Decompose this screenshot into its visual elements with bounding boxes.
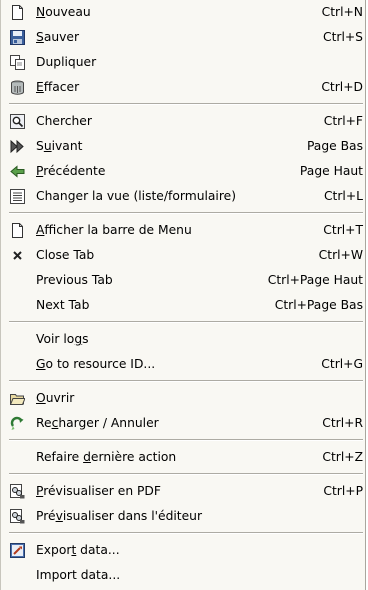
mnemonic-letter: O xyxy=(36,391,46,405)
menu-item-label: Changer la vue (liste/formulaire) xyxy=(36,189,236,203)
mnemonic-letter: S xyxy=(36,30,44,44)
menu-item-label: Go to resource ID... xyxy=(36,357,156,371)
mnemonic-letter: g xyxy=(74,332,83,346)
shortcut-label: Ctrl+G xyxy=(321,357,363,371)
redo-item[interactable]: Refaire dernière action Ctrl+Z xyxy=(1,445,365,470)
menu-item-label: Chercher xyxy=(36,114,92,128)
new-item[interactable]: Nouveau Ctrl+N xyxy=(1,0,365,25)
shortcut-label: Ctrl+R xyxy=(322,416,363,430)
save-item[interactable]: Sauver Ctrl+S xyxy=(1,25,365,50)
menu-separator xyxy=(1,470,365,479)
menu-separator xyxy=(1,100,365,109)
import-item[interactable]: Import data... xyxy=(1,563,365,588)
preview-editor-item[interactable]: Prévisualiser dans l'éditeur xyxy=(1,504,365,529)
preview-icon xyxy=(10,484,25,499)
open-item[interactable]: Ouvrir xyxy=(1,386,365,411)
menu-item-label: Export data... xyxy=(36,543,120,557)
delete-item[interactable]: Effacer Ctrl+D xyxy=(1,75,365,100)
mnemonic-letter: E xyxy=(36,80,44,94)
show-menubar-item[interactable]: Afficher la barre de Menu Ctrl+T xyxy=(1,218,365,243)
shortcut-label: Ctrl+Z xyxy=(322,450,363,464)
preview-icon xyxy=(10,509,25,524)
menu-item-label: Sauver xyxy=(36,30,80,44)
shortcut-label: Page Bas xyxy=(306,139,363,153)
shortcut-label: Ctrl+T xyxy=(323,223,363,237)
menu-separator xyxy=(1,318,365,327)
shortcut-label: Ctrl+W xyxy=(318,248,363,262)
page-icon xyxy=(10,223,25,238)
trash-icon xyxy=(10,80,25,95)
shortcut-label: Ctrl+S xyxy=(323,30,363,44)
menu-item-label: Refaire dernière action xyxy=(36,450,177,464)
menu-item-label: Afficher la barre de Menu xyxy=(36,223,192,237)
previous-item[interactable]: Précédente Page Haut xyxy=(1,159,365,184)
shortcut-label: Ctrl+N xyxy=(321,5,363,19)
menu-item-label: Ouvrir xyxy=(36,391,75,405)
goto-resource-item[interactable]: Go to resource ID... Ctrl+G xyxy=(1,352,365,377)
next-tab-item[interactable]: Next Tab Ctrl+Page Bas xyxy=(1,293,365,318)
mnemonic-letter: N xyxy=(36,5,46,19)
mnemonic-letter: d xyxy=(83,450,91,464)
menu-item-label: Close Tab xyxy=(36,248,95,262)
mnemonic-letter: G xyxy=(36,357,46,371)
new-document-icon xyxy=(10,5,25,20)
shortcut-label: Ctrl+L xyxy=(323,189,363,203)
menu-item-label: Prévisualiser en PDF xyxy=(36,484,161,498)
menu-separator xyxy=(1,209,365,218)
menu-item-label: Recharger / Annuler xyxy=(36,416,159,430)
menu-separator xyxy=(1,529,365,538)
export-item[interactable]: Export data... xyxy=(1,538,365,563)
reload-item[interactable]: Recharger / Annuler Ctrl+R xyxy=(1,411,365,436)
menu-separator xyxy=(1,377,365,386)
view-logs-item[interactable]: Voir logs xyxy=(1,327,365,352)
menu-separator xyxy=(1,436,365,445)
reload-icon xyxy=(10,416,25,431)
close-icon xyxy=(10,248,25,263)
list-view-icon xyxy=(10,189,25,204)
preview-pdf-item[interactable]: Prévisualiser en PDF Ctrl+P xyxy=(1,479,365,504)
menu-item-label: Précédente xyxy=(36,164,106,178)
next-item[interactable]: Suivant Page Bas xyxy=(1,134,365,159)
menu-item-label: Nouveau xyxy=(36,5,91,19)
context-menu: Nouveau Ctrl+N Sauver Ctrl+S Dupliquer Efface… xyxy=(0,0,366,590)
close-tab-item[interactable]: Close Tab Ctrl+W xyxy=(1,243,365,268)
folder-open-icon xyxy=(10,391,25,406)
change-view-item[interactable]: Changer la vue (liste/formulaire) Ctrl+L xyxy=(1,184,365,209)
next-icon xyxy=(10,139,25,154)
menu-item-label: Next Tab xyxy=(36,298,90,312)
menu-item-label: Voir logs xyxy=(36,332,89,346)
menu-item-label: Suivant xyxy=(36,139,83,153)
duplicate-icon xyxy=(10,55,25,70)
mnemonic-letter: v xyxy=(55,509,63,523)
menu-item-label: Dupliquer xyxy=(36,55,97,69)
save-icon xyxy=(10,30,25,45)
menu-item-label: Prévisualiser dans l'éditeur xyxy=(36,509,203,523)
duplicate-item[interactable]: Dupliquer xyxy=(1,50,365,75)
mnemonic-letter: u xyxy=(43,139,52,153)
shortcut-label: Ctrl+Page Haut xyxy=(267,273,363,287)
previous-tab-item[interactable]: Previous Tab Ctrl+Page Haut xyxy=(1,268,365,293)
previous-icon xyxy=(10,164,25,179)
menu-item-label: Effacer xyxy=(36,80,80,94)
shortcut-label: Page Haut xyxy=(299,164,363,178)
shortcut-label: Ctrl+F xyxy=(323,114,363,128)
menu-item-label: Import data... xyxy=(36,568,121,582)
export-icon xyxy=(10,543,25,558)
shortcut-label: Ctrl+P xyxy=(323,484,363,498)
search-icon xyxy=(10,114,25,129)
shortcut-label: Ctrl+Page Bas xyxy=(274,298,363,312)
search-item[interactable]: Chercher Ctrl+F xyxy=(1,109,365,134)
menu-item-label: Previous Tab xyxy=(36,273,113,287)
shortcut-label: Ctrl+D xyxy=(321,80,363,94)
